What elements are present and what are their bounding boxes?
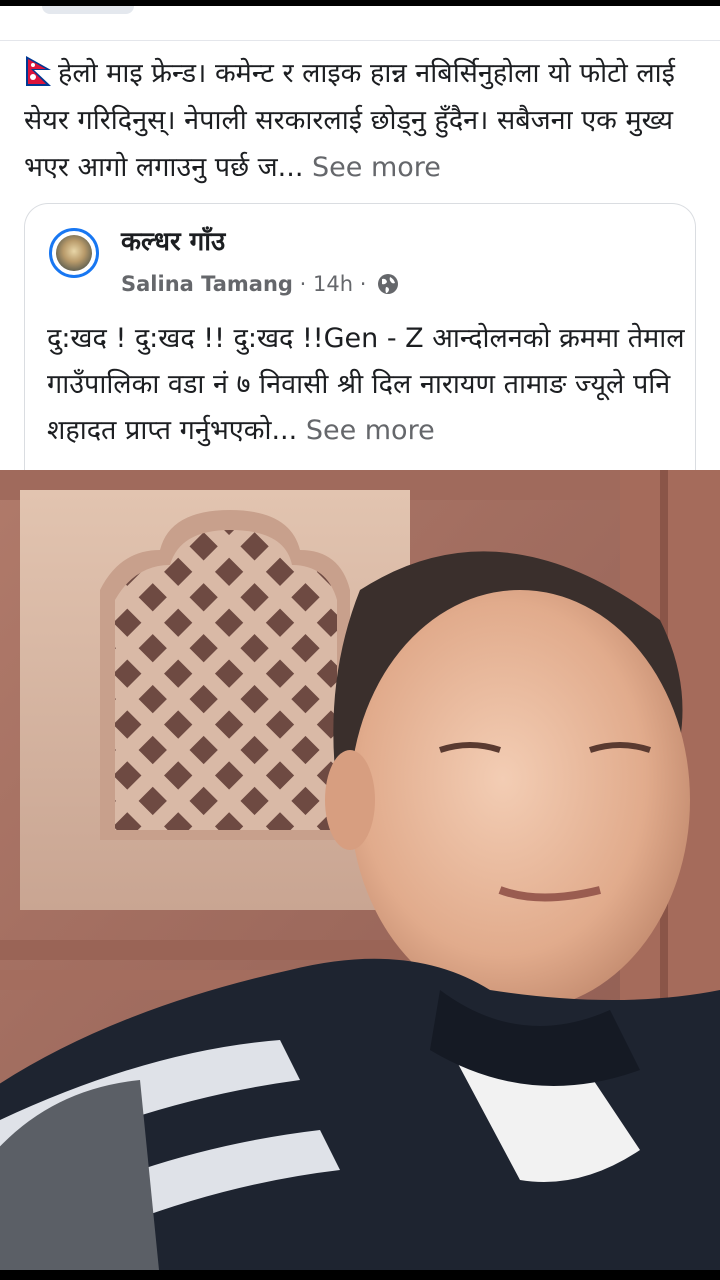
page-name[interactable]: कल्धर गाँउ (121, 222, 225, 258)
post-time[interactable]: 14h (313, 272, 353, 296)
nepal-flag-icon (26, 56, 51, 86)
post-caption: हेलो माइ फ्रेन्ड। कमेन्ट र लाइक हान्न नब… (24, 50, 704, 191)
shared-post-card[interactable]: कल्धर गाँउ Salina Tamang · 14h · दु:खद !… (24, 203, 696, 504)
post-photo[interactable] (0, 470, 720, 1270)
see-more-link[interactable]: See more (312, 152, 441, 183)
photo-illustration (0, 470, 720, 1270)
author-name[interactable]: Salina Tamang (121, 272, 293, 296)
navigation-bar (0, 1270, 720, 1280)
globe-icon (378, 274, 399, 294)
shared-see-more-link[interactable]: See more (306, 415, 435, 446)
meta-separator: · (299, 272, 307, 296)
page-avatar[interactable] (49, 228, 99, 278)
shared-post-text: दु:खद ! दु:खद !! दु:खद !!Gen - Z आन्दोलन… (47, 316, 687, 454)
divider (0, 40, 720, 41)
post-meta: Salina Tamang · 14h · (121, 272, 399, 296)
previous-post-remnant (42, 6, 134, 14)
meta-separator-2: · (359, 272, 367, 296)
